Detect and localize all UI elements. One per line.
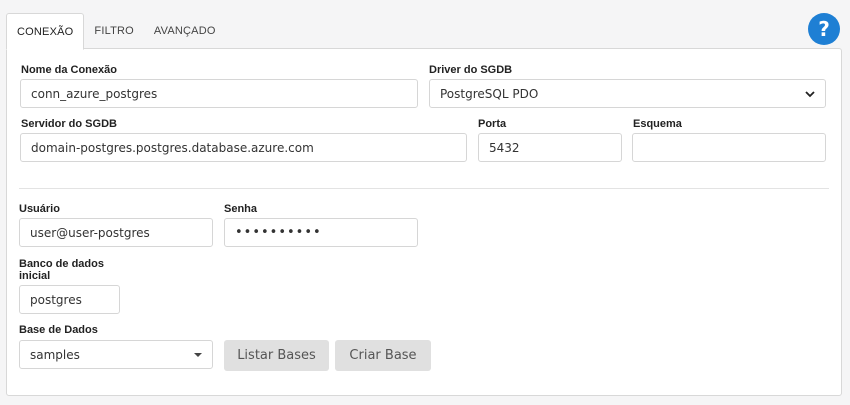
user-input[interactable]: user@user-postgres [19, 218, 213, 247]
port-input[interactable]: 5432 [478, 133, 622, 162]
schema-label: Esquema [633, 118, 682, 130]
section-divider [19, 188, 829, 189]
database-label: Base de Dados [19, 324, 98, 336]
server-input[interactable]: domain-postgres.postgres.database.azure.… [20, 133, 467, 162]
initial-db-label-line2: inicial [19, 270, 51, 282]
tab-conexao[interactable]: CONEXÃO [6, 13, 85, 50]
password-label: Senha [224, 203, 258, 215]
database-select[interactable]: samples [19, 340, 213, 369]
chevron-down-icon [805, 90, 815, 97]
driver-label: Driver do SGDB [429, 64, 513, 76]
caret-down-icon [194, 352, 202, 357]
server-label: Servidor do SGDB [21, 118, 117, 130]
connection-name-label: Nome da Conexão [21, 64, 117, 76]
tab-bar: CONEXÃO FILTRO AVANÇADO [6, 13, 226, 50]
tab-avancado[interactable]: AVANÇADO [144, 13, 226, 49]
driver-select[interactable]: PostgreSQL PDO [429, 79, 826, 108]
user-label: Usuário [19, 203, 60, 215]
port-label: Porta [478, 118, 507, 130]
tab-filtro[interactable]: FILTRO [84, 13, 144, 49]
schema-input[interactable] [632, 133, 826, 162]
initial-db-input[interactable]: postgres [19, 285, 120, 314]
initial-db-label: Banco de dados inicial [19, 258, 104, 282]
connection-name-input[interactable]: conn_azure_postgres [20, 79, 418, 108]
create-base-button[interactable]: Criar Base [335, 340, 431, 371]
help-icon[interactable]: ? [808, 13, 840, 45]
window: CONEXÃO FILTRO AVANÇADO ? Nome da Conexã… [0, 0, 850, 405]
driver-select-value: PostgreSQL PDO [440, 86, 539, 101]
initial-db-label-line1: Banco de dados [19, 258, 104, 270]
password-input[interactable]: •••••••••• [224, 218, 418, 247]
list-bases-button[interactable]: Listar Bases [224, 340, 329, 371]
database-select-value: samples [30, 347, 80, 362]
